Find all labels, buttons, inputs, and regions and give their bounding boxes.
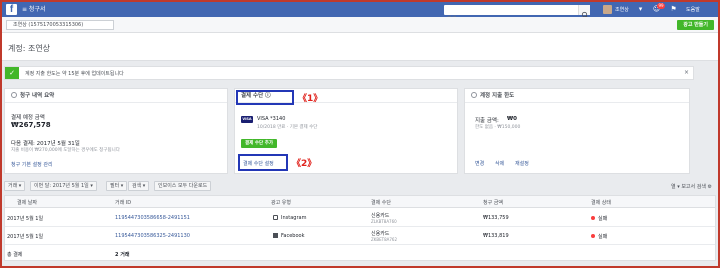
col-txn-id[interactable]: 거래 ID (115, 199, 131, 206)
col-amount[interactable]: 청구 금액 (483, 199, 503, 206)
table-row[interactable]: 2017년 5월 1일 1195447303586325-2491130 Fac… (5, 227, 715, 245)
failed-status-icon (591, 216, 595, 220)
table-row[interactable]: 2017년 5월 1일 1195447303586658-2491151 Ins… (5, 209, 715, 227)
add-payment-method-button[interactable]: 결제 수단 추가 (241, 139, 277, 148)
info-notice: ✓ 계정 지출 한도는 약 15분 후에 업데이트됩니다 × (4, 66, 694, 80)
business-menu-button[interactable]: ≡ 청구서 (22, 5, 46, 14)
ad-type-label: Instagram (281, 215, 307, 221)
facebook-logo-icon[interactable]: f (6, 4, 17, 15)
row-payment-sub: ZKBET8A762 (371, 237, 397, 242)
search-icon[interactable] (578, 5, 590, 18)
spent-label: 지출 금액: (475, 118, 499, 124)
visa-card-icon: VISA (241, 116, 253, 123)
row-status: 실패 (591, 215, 607, 222)
help-link[interactable]: 도움말 (686, 6, 700, 13)
download-invoices-button[interactable]: 인보이스 모두 다운로드 (154, 181, 212, 191)
row-amount: ₩133,759 (483, 215, 509, 221)
transactions-toolbar: 거래 ▾ 이번 달: 2017년 5월 1일 ▾ 필터 ▾ 검색 ▾ 인보이스 … (4, 179, 716, 193)
table-options[interactable]: 열 ▾ 보고서 검색 ⚙ (671, 183, 712, 190)
row-txn-link[interactable]: 1195447303586658-2491151 (115, 215, 190, 221)
card-number: VISA *3140 (257, 116, 286, 122)
card-sub: 10/2018 만료 · 기본 결제 수단 (257, 125, 318, 130)
status-label: 실패 (598, 216, 608, 222)
col-ad-type[interactable]: 광고 유형 (271, 199, 291, 206)
account-selector[interactable]: 조연상 (1575170053315306) (6, 20, 114, 30)
billing-summary-card: 청구 내역 요약 결제 예정 금액 ₩267,578 다음 결제: 2017년 … (4, 88, 228, 174)
filter-dropdown[interactable]: 필터 ▾ (106, 181, 128, 191)
notification-badge: 99 (657, 3, 665, 9)
row-payment-sub: ZLKBT8A760 (371, 219, 397, 224)
billing-settings-link[interactable]: 청구 기본 설정 관리 (11, 161, 53, 168)
highlight-box-payment-settings (238, 154, 288, 171)
top-navigation-bar: f ≡ 청구서 조연상 ▾ ☺ 99 ⚑ 도움말 (2, 2, 718, 24)
page-title: 계정: 조연상 (8, 44, 51, 53)
row-ad-type: Instagram (273, 215, 306, 221)
facebook-icon (273, 233, 278, 238)
spent-value: ₩0 (507, 116, 517, 122)
row-payment: 신용카드 (371, 213, 390, 219)
row-amount: ₩133,819 (483, 233, 509, 239)
transactions-table: 결제 날짜 거래 ID 광고 유형 결제 수단 청구 금액 결제 상태 2017… (4, 195, 716, 261)
close-icon[interactable]: × (684, 69, 689, 76)
notice-text: 계정 지출 한도는 약 15분 후에 업데이트됩니다 (25, 71, 124, 77)
limit-sub: 한도 없음 · ₩150,000 (475, 125, 521, 130)
date-range-dropdown[interactable]: 이번 달: 2017년 5월 1일 ▾ (30, 181, 97, 191)
ad-type-label: Facebook (281, 233, 305, 239)
total-value: 2 거래 (115, 252, 130, 258)
create-ad-button[interactable]: 광고 만들기 (677, 20, 714, 30)
instagram-icon (273, 215, 278, 220)
col-payment[interactable]: 결제 수단 (371, 199, 391, 206)
row-payment: 신용카드 (371, 231, 390, 237)
table-header: 결제 날짜 거래 ID 광고 유형 결제 수단 청구 금액 결제 상태 (5, 196, 715, 208)
spend-limit-card: 계정 지출 한도 지출 금액: ₩0 한도 없음 · ₩150,000 변경 삭… (464, 88, 690, 174)
avatar[interactable] (603, 5, 612, 14)
total-label: 총 결제 (7, 252, 23, 258)
next-payment-sub: 지출 비용이 ₩270,000에 도달하는 경우에도 청구됩니다 (11, 148, 120, 153)
row-ad-type: Facebook (273, 233, 305, 239)
callout-1: 《1》 (298, 94, 323, 104)
highlight-box-payment-title (236, 90, 294, 105)
user-name[interactable]: 조연상 (615, 6, 629, 13)
col-status[interactable]: 결제 상태 (591, 199, 611, 206)
page-header: 계정: 조연상 (2, 33, 718, 61)
checkmark-icon: ✓ (5, 67, 19, 79)
failed-status-icon (591, 234, 595, 238)
col-date[interactable]: 결제 날짜 (17, 199, 37, 206)
search-dropdown[interactable]: 검색 ▾ (128, 181, 150, 191)
billing-summary-title: 청구 내역 요약 (20, 93, 55, 99)
amount-value: ₩267,578 (11, 121, 51, 129)
row-date: 2017년 5월 1일 (7, 216, 44, 222)
gauge-icon (471, 92, 477, 98)
flag-icon[interactable]: ⚑ (669, 5, 678, 14)
row-date: 2017년 5월 1일 (7, 234, 44, 240)
spend-limit-header: 계정 지출 한도 (465, 89, 689, 103)
limit-change-link[interactable]: 변경 (475, 160, 484, 167)
amount-label: 결제 예정 금액 (11, 115, 45, 121)
limit-reset-link[interactable]: 재설정 (515, 160, 529, 167)
table-total-row: 총 결제 2 거래 (5, 246, 715, 260)
clock-icon (11, 92, 17, 98)
status-label: 실패 (598, 234, 608, 240)
chevron-down-icon[interactable]: ▾ (636, 5, 645, 14)
spend-limit-title: 계정 지출 한도 (480, 93, 515, 99)
account-bar: 조연상 (1575170053315306) 광고 만들기 (2, 17, 718, 33)
next-payment-label: 다음 결제: 2017년 5월 31일 (11, 141, 80, 147)
callout-2: 《2》 (292, 159, 317, 169)
search-box[interactable] (444, 5, 590, 24)
limit-delete-link[interactable]: 삭제 (495, 160, 504, 167)
billing-summary-header: 청구 내역 요약 (5, 89, 227, 103)
transactions-dropdown[interactable]: 거래 ▾ (4, 181, 26, 191)
row-txn-link[interactable]: 1195447303586325-2491130 (115, 233, 190, 239)
row-status: 실패 (591, 233, 607, 240)
